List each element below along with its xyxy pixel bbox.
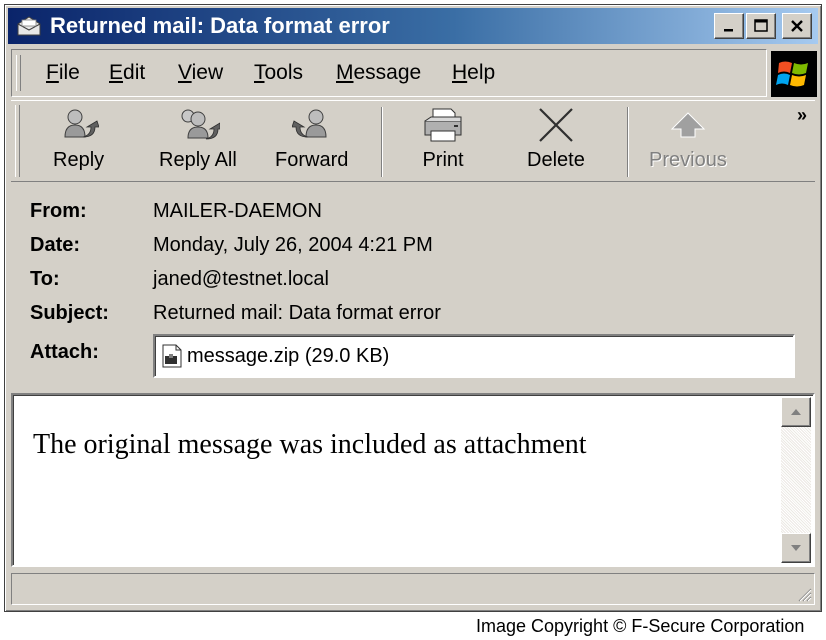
toolbar: Reply Reply All Forward Print Delete Pre… — [11, 100, 815, 182]
reply-label: Reply — [53, 149, 105, 171]
from-label: From: — [30, 200, 87, 222]
maximize-icon — [754, 19, 768, 32]
previous-label: Previous — [649, 149, 727, 171]
date-value: Monday, July 26, 2004 4:21 PM — [153, 234, 433, 256]
envelope-icon — [14, 14, 44, 38]
print-button[interactable]: Print — [421, 107, 465, 179]
email-window: Returned mail: Data format error File Ed… — [4, 4, 822, 612]
attach-label: Attach: — [30, 341, 99, 363]
scroll-down-button[interactable] — [781, 533, 811, 563]
minimize-button[interactable] — [714, 13, 744, 39]
forward-button[interactable]: Forward — [275, 107, 348, 179]
zip-file-icon — [162, 344, 182, 368]
menu-bar: File Edit View Tools Message Help — [11, 49, 767, 97]
window-controls — [714, 13, 812, 39]
triangle-up-icon — [791, 409, 801, 415]
toolbar-grip[interactable] — [15, 105, 20, 177]
close-button[interactable] — [782, 13, 812, 39]
window-title: Returned mail: Data format error — [50, 13, 390, 38]
attachment-name: message.zip (29.0 KB) — [187, 344, 390, 367]
subject-label: Subject: — [30, 302, 109, 324]
delete-button[interactable]: Delete — [527, 107, 585, 179]
to-value: janed@testnet.local — [153, 268, 329, 290]
windows-logo-icon — [771, 51, 817, 97]
menu-tools[interactable]: Tools — [254, 61, 303, 85]
from-value: MAILER-DAEMON — [153, 200, 322, 222]
delete-label: Delete — [527, 149, 585, 171]
menu-help[interactable]: Help — [452, 61, 495, 85]
message-body-text: The original message was included as att… — [33, 429, 587, 460]
forward-label: Forward — [275, 149, 349, 171]
reply-button[interactable]: Reply — [53, 107, 104, 179]
attachment-item[interactable]: message.zip (29.0 KB) — [161, 344, 389, 368]
menu-edit[interactable]: Edit — [109, 61, 145, 85]
date-label: Date: — [30, 234, 81, 256]
to-label: To: — [30, 268, 60, 290]
title-bar[interactable]: Returned mail: Data format error — [8, 8, 818, 44]
printer-icon — [424, 108, 462, 142]
previous-button[interactable]: Previous — [649, 107, 727, 179]
toolbar-overflow-chevron[interactable]: » — [797, 105, 807, 126]
delete-x-icon — [539, 108, 573, 142]
reply-all-button[interactable]: Reply All — [159, 107, 237, 179]
toolbar-separator — [381, 107, 383, 177]
reply-icon — [64, 109, 99, 138]
menu-grip[interactable] — [16, 55, 21, 91]
maximize-button[interactable] — [746, 13, 776, 39]
up-arrow-icon — [670, 112, 706, 138]
forward-icon — [291, 109, 327, 138]
close-icon — [791, 20, 803, 32]
vertical-scrollbar[interactable] — [781, 397, 811, 563]
copyright-caption: Image Copyright © F-Secure Corporation — [476, 616, 805, 636]
menu-message[interactable]: Message — [336, 61, 421, 85]
print-label: Print — [422, 149, 464, 171]
subject-value: Returned mail: Data format error — [153, 302, 441, 324]
reply-all-icon — [181, 109, 220, 140]
resize-grip-icon[interactable] — [794, 584, 812, 602]
menu-file[interactable]: File — [46, 61, 80, 85]
status-bar — [11, 573, 815, 605]
menu-view[interactable]: View — [178, 61, 223, 85]
toolbar-separator — [627, 107, 629, 177]
attachment-field: message.zip (29.0 KB) — [153, 334, 795, 378]
triangle-down-icon — [791, 545, 801, 551]
message-body-pane[interactable]: The original message was included as att… — [11, 393, 815, 567]
minimize-icon — [724, 29, 733, 32]
reply-all-label: Reply All — [159, 149, 237, 171]
scroll-up-button[interactable] — [781, 397, 811, 427]
